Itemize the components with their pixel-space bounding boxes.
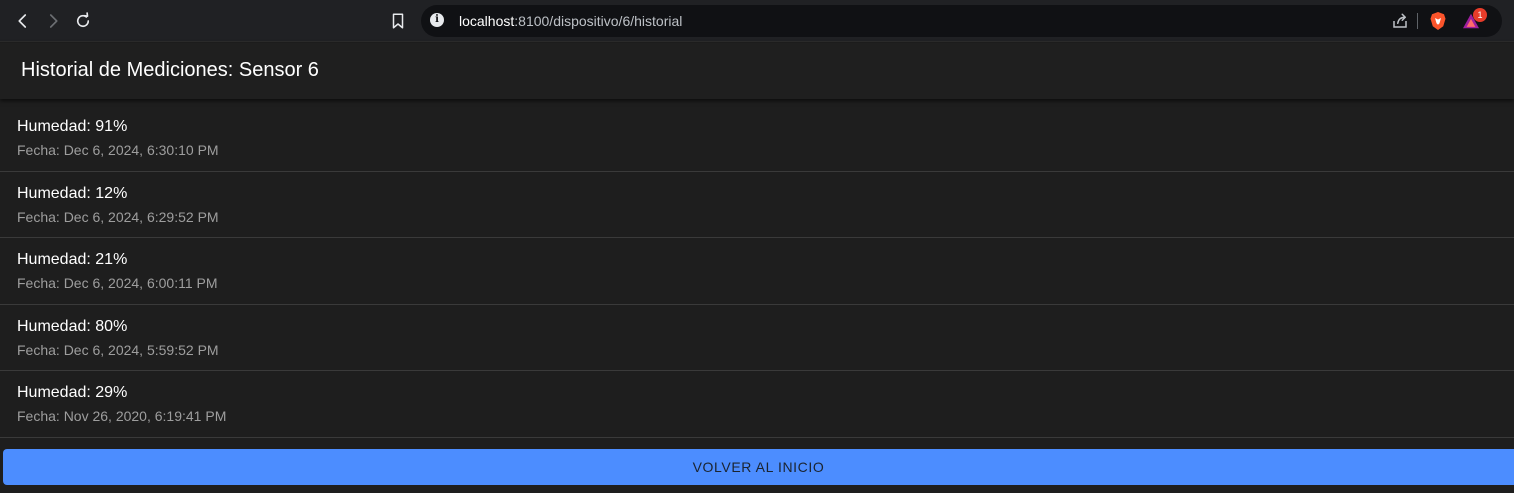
url-host: localhost bbox=[459, 13, 515, 29]
page-header: Historial de Mediciones: Sensor 6 bbox=[0, 43, 1514, 99]
reload-button[interactable] bbox=[71, 9, 95, 33]
address-bar[interactable]: i localhost:8100/dispositivo/6/historial… bbox=[421, 5, 1502, 37]
list-item[interactable]: Humedad: 91% Fecha: Dec 6, 2024, 6:30:10… bbox=[0, 105, 1514, 172]
browser-toolbar: i localhost:8100/dispositivo/6/historial… bbox=[0, 0, 1514, 42]
page-title: Historial de Mediciones: Sensor 6 bbox=[21, 59, 319, 81]
forward-button[interactable] bbox=[41, 9, 65, 33]
list-item[interactable]: Humedad: 29% Fecha: Nov 26, 2020, 6:19:4… bbox=[0, 371, 1514, 438]
measurement-date: Fecha: Dec 6, 2024, 5:59:52 PM bbox=[17, 341, 219, 358]
chevron-left-icon bbox=[18, 14, 27, 28]
list-item[interactable]: Humedad: 21% Fecha: Dec 6, 2024, 6:00:11… bbox=[0, 238, 1514, 305]
site-info-icon[interactable]: i bbox=[430, 13, 444, 27]
measurement-humidity: Humedad: 21% bbox=[17, 251, 128, 268]
reload-icon bbox=[76, 12, 90, 28]
measurement-humidity: Humedad: 12% bbox=[17, 184, 128, 202]
rewards-badge: 1 bbox=[1473, 8, 1487, 22]
measurement-date: Fecha: Dec 6, 2024, 6:29:52 PM bbox=[17, 208, 219, 225]
back-button[interactable] bbox=[11, 9, 35, 33]
measurement-date: Fecha: Dec 6, 2024, 6:30:10 PM bbox=[17, 142, 219, 158]
bookmark-button[interactable] bbox=[386, 9, 410, 33]
url-divider bbox=[1417, 13, 1418, 29]
url-path: :8100/dispositivo/6/historial bbox=[514, 13, 683, 29]
share-icon[interactable] bbox=[1391, 12, 1409, 30]
chevron-right-icon bbox=[49, 14, 58, 28]
measurement-date: Fecha: Nov 26, 2020, 6:19:41 PM bbox=[17, 408, 227, 424]
back-to-home-button[interactable]: VOLVER AL INICIO bbox=[3, 449, 1514, 485]
url-text[interactable]: localhost:8100/dispositivo/6/historial bbox=[459, 13, 682, 29]
bookmark-icon bbox=[392, 13, 404, 29]
measurement-humidity: Humedad: 29% bbox=[17, 384, 128, 401]
list-item[interactable]: Humedad: 80% Fecha: Dec 6, 2024, 5:59:52… bbox=[0, 305, 1514, 372]
measurement-list: Humedad: 91% Fecha: Dec 6, 2024, 6:30:10… bbox=[0, 105, 1514, 438]
measurement-humidity: Humedad: 91% bbox=[17, 118, 128, 135]
measurement-date: Fecha: Dec 6, 2024, 6:00:11 PM bbox=[17, 275, 218, 291]
measurement-humidity: Humedad: 80% bbox=[17, 317, 128, 335]
list-item[interactable]: Humedad: 12% Fecha: Dec 6, 2024, 6:29:52… bbox=[0, 172, 1514, 239]
brave-shield-icon[interactable] bbox=[1429, 11, 1447, 31]
